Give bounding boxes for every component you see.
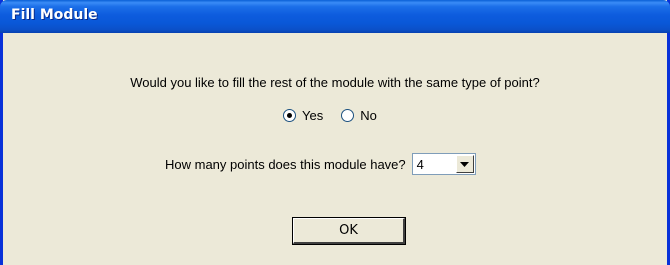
question-text: Would you like to fill the rest of the m… [130, 75, 540, 90]
radio-button-unchecked-icon[interactable] [341, 108, 355, 122]
window-title: Fill Module [11, 7, 98, 23]
title-bar[interactable]: Fill Module [0, 0, 670, 33]
dropdown-arrow-button[interactable] [455, 155, 474, 173]
points-count-value: 4 [416, 156, 424, 172]
chevron-down-icon [460, 161, 470, 167]
radio-no[interactable]: No [341, 108, 377, 123]
points-count-dropdown[interactable]: 4 [411, 153, 476, 175]
points-row: How many points does this module have? 4 [165, 153, 476, 175]
fill-choice-radio-group: Yes No [283, 107, 377, 123]
radio-button-checked-icon[interactable] [283, 108, 296, 122]
dialog-body: Would you like to fill the rest of the m… [3, 33, 667, 265]
radio-no-label[interactable]: No [360, 108, 377, 123]
radio-yes[interactable]: Yes [283, 108, 323, 123]
fill-module-dialog: Fill Module Would you like to fill the r… [0, 0, 670, 265]
radio-yes-label[interactable]: Yes [302, 108, 323, 123]
points-label: How many points does this module have? [165, 156, 406, 172]
ok-button[interactable]: OK [292, 217, 406, 245]
